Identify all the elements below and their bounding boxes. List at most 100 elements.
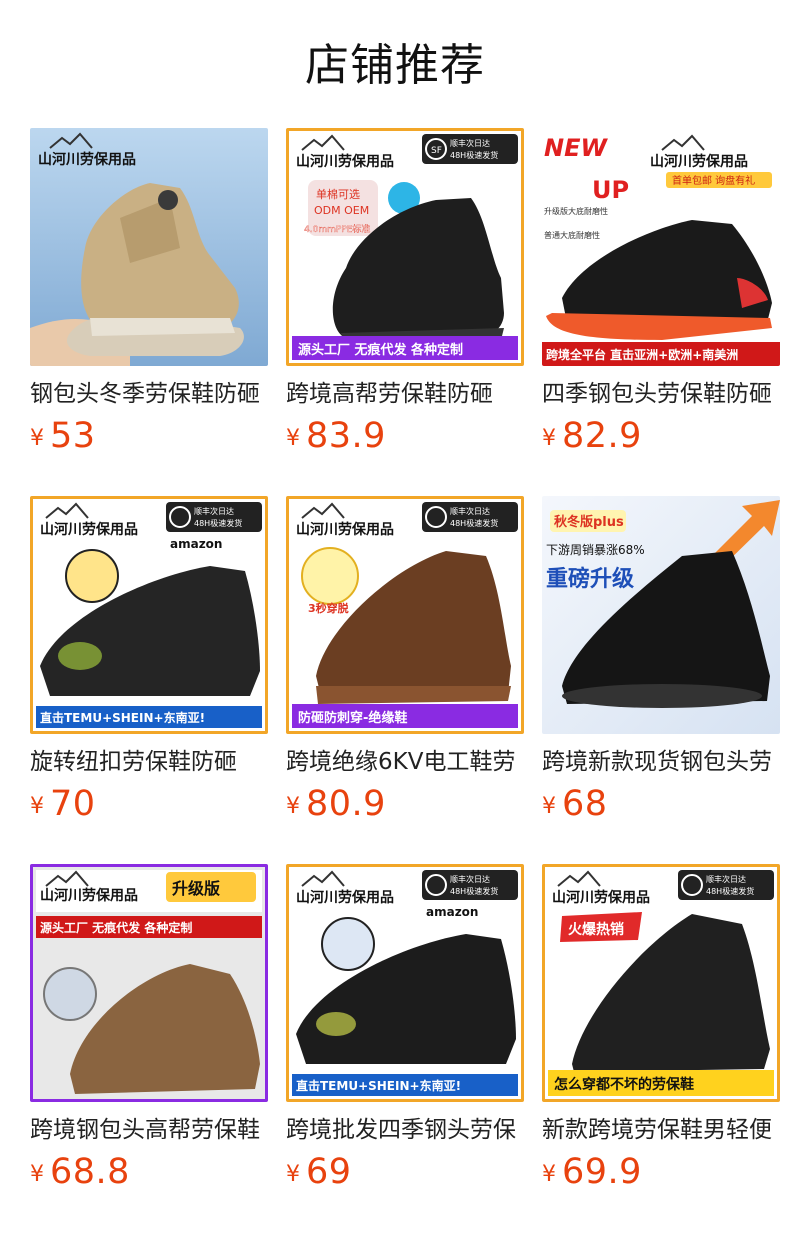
product-name[interactable]: 跨境钢包头高帮劳保鞋 xyxy=(30,1114,268,1146)
svg-text:山河川劳保用品: 山河川劳保用品 xyxy=(296,889,394,906)
product-card[interactable]: 山河川劳保用品 顺丰次日达 48H极速发货 火爆热销 怎么穿都不坏的劳保鞋 新款… xyxy=(542,864,780,1232)
currency-symbol: ¥ xyxy=(286,1162,300,1187)
product-card[interactable]: 山河川劳保用品 顺丰次日达 48H极速发货 amazon 直击TEMU+SHEI… xyxy=(30,496,268,864)
product-price: ¥69.9 xyxy=(542,1152,642,1192)
product-photo: 山河川劳保用品 xyxy=(30,128,268,366)
svg-text:怎么穿都不坏的劳保鞋: 怎么穿都不坏的劳保鞋 xyxy=(554,1076,694,1093)
currency-symbol: ¥ xyxy=(542,1162,556,1187)
product-price: ¥70 xyxy=(30,784,96,824)
brand-logo-text: 山河川劳保用品 xyxy=(38,151,136,168)
svg-text:源头工厂 无痕代发 各种定制: 源头工厂 无痕代发 各种定制 xyxy=(40,920,192,935)
price-value: 82.9 xyxy=(562,416,642,456)
price-value: 80.9 xyxy=(306,784,386,824)
svg-text:山河川劳保用品: 山河川劳保用品 xyxy=(40,521,138,538)
product-image[interactable]: 山河川劳保用品 顺丰次日达 48H极速发货 火爆热销 怎么穿都不坏的劳保鞋 xyxy=(542,864,780,1102)
svg-text:48H极速发货: 48H极速发货 xyxy=(450,886,498,896)
svg-text:跨境全平台 直击亚洲+欧洲+南美洲: 跨境全平台 直击亚洲+欧洲+南美洲 xyxy=(546,347,738,362)
product-image[interactable]: 山河川劳保用品 SF 顺丰次日达 48H极速发货 单棉可选 ODM OEM 4.… xyxy=(286,128,524,366)
product-price: ¥82.9 xyxy=(542,416,642,456)
svg-text:山河川劳保用品: 山河川劳保用品 xyxy=(650,153,748,170)
currency-symbol: ¥ xyxy=(286,794,300,819)
product-image[interactable]: 山河川劳保用品 升级版 源头工厂 无痕代发 各种定制 xyxy=(30,864,268,1102)
product-name[interactable]: 钢包头冬季劳保鞋防砸 xyxy=(30,378,268,410)
product-name[interactable]: 新款跨境劳保鞋男轻便 xyxy=(542,1114,780,1146)
product-image[interactable]: 山河川劳保用品 顺丰次日达 48H极速发货 amazon 直击TEMU+SHEI… xyxy=(30,496,268,734)
svg-text:山河川劳保用品: 山河川劳保用品 xyxy=(296,521,394,538)
product-card[interactable]: 山河川劳保用品 SF 顺丰次日达 48H极速发货 单棉可选 ODM OEM 4.… xyxy=(286,128,524,496)
svg-text:山河川劳保用品: 山河川劳保用品 xyxy=(296,153,394,170)
price-value: 68 xyxy=(562,784,608,824)
currency-symbol: ¥ xyxy=(30,426,44,451)
svg-text:山河川劳保用品: 山河川劳保用品 xyxy=(40,887,138,904)
svg-text:防砸防刺穿-绝缘鞋: 防砸防刺穿-绝缘鞋 xyxy=(298,710,407,726)
product-photo: 山河川劳保用品 顺丰次日达 48H极速发货 3秒穿脱 防砸防刺穿-绝缘鞋 xyxy=(286,496,524,734)
product-name[interactable]: 跨境新款现货钢包头劳 xyxy=(542,746,780,778)
product-price: ¥80.9 xyxy=(286,784,386,824)
product-image[interactable]: NEW 山河川劳保用品 首单包邮 询盘有礼 UP 升级版大底耐磨性 普通大底耐磨… xyxy=(542,128,780,366)
svg-text:3秒穿脱: 3秒穿脱 xyxy=(308,601,349,615)
product-photo: 山河川劳保用品 升级版 源头工厂 无痕代发 各种定制 xyxy=(30,864,268,1102)
svg-text:48H极速发货: 48H极速发货 xyxy=(450,518,498,528)
product-grid: 山河川劳保用品 钢包头冬季劳保鞋防砸 ¥53 山河川劳保用品 SF 顺丰次日达 … xyxy=(30,128,780,1232)
svg-text:amazon: amazon xyxy=(426,905,478,919)
price-value: 83.9 xyxy=(306,416,386,456)
product-image[interactable]: 山河川劳保用品 顺丰次日达 48H极速发货 3秒穿脱 防砸防刺穿-绝缘鞋 xyxy=(286,496,524,734)
product-name[interactable]: 跨境批发四季钢头劳保 xyxy=(286,1114,524,1146)
currency-symbol: ¥ xyxy=(30,1162,44,1187)
product-card[interactable]: 山河川劳保用品 顺丰次日达 48H极速发货 amazon 直击TEMU+SHEI… xyxy=(286,864,524,1232)
section-title: 店铺推荐 xyxy=(305,40,485,91)
svg-text:源头工厂 无痕代发 各种定制: 源头工厂 无痕代发 各种定制 xyxy=(298,342,463,358)
svg-text:48H极速发货: 48H极速发货 xyxy=(450,150,498,160)
product-name[interactable]: 跨境绝缘6KV电工鞋劳 xyxy=(286,746,524,778)
product-card[interactable]: 秋冬版plus 下游周销暴涨68% 重磅升级 跨境新款现货钢包头劳 ¥68 xyxy=(542,496,780,864)
svg-text:火爆热销: 火爆热销 xyxy=(568,921,624,938)
svg-text:48H极速发货: 48H极速发货 xyxy=(706,886,754,896)
product-photo: 秋冬版plus 下游周销暴涨68% 重磅升级 xyxy=(542,496,780,734)
price-value: 53 xyxy=(50,416,96,456)
product-card[interactable]: NEW 山河川劳保用品 首单包邮 询盘有礼 UP 升级版大底耐磨性 普通大底耐磨… xyxy=(542,128,780,496)
product-card[interactable]: 山河川劳保用品 顺丰次日达 48H极速发货 3秒穿脱 防砸防刺穿-绝缘鞋 跨境绝… xyxy=(286,496,524,864)
price-value: 70 xyxy=(50,784,96,824)
svg-text:秋冬版plus: 秋冬版plus xyxy=(554,514,624,530)
product-photo: 山河川劳保用品 SF 顺丰次日达 48H极速发货 单棉可选 ODM OEM 4.… xyxy=(286,128,524,366)
price-value: 68.8 xyxy=(50,1152,130,1192)
svg-text:顺丰次日达: 顺丰次日达 xyxy=(194,506,234,516)
svg-text:ODM OEM: ODM OEM xyxy=(314,204,369,217)
svg-text:顺丰次日达: 顺丰次日达 xyxy=(450,138,490,148)
product-photo: NEW 山河川劳保用品 首单包邮 询盘有礼 UP 升级版大底耐磨性 普通大底耐磨… xyxy=(542,128,780,366)
svg-text:下游周销暴涨68%: 下游周销暴涨68% xyxy=(546,542,645,557)
svg-text:顺丰次日达: 顺丰次日达 xyxy=(706,874,746,884)
svg-text:顺丰次日达: 顺丰次日达 xyxy=(450,506,490,516)
currency-symbol: ¥ xyxy=(286,426,300,451)
product-card[interactable]: 山河川劳保用品 升级版 源头工厂 无痕代发 各种定制 跨境钢包头高帮劳保鞋 ¥6… xyxy=(30,864,268,1232)
product-price: ¥68.8 xyxy=(30,1152,130,1192)
svg-text:直击TEMU+SHEIN+东南亚!: 直击TEMU+SHEIN+东南亚! xyxy=(296,1078,461,1093)
svg-text:SF: SF xyxy=(431,146,442,156)
product-name[interactable]: 旋转纽扣劳保鞋防砸 xyxy=(30,746,268,778)
product-price: ¥83.9 xyxy=(286,416,386,456)
price-value: 69.9 xyxy=(562,1152,642,1192)
product-photo: 山河川劳保用品 顺丰次日达 48H极速发货 火爆热销 怎么穿都不坏的劳保鞋 xyxy=(542,864,780,1102)
currency-symbol: ¥ xyxy=(542,426,556,451)
product-photo: 山河川劳保用品 顺丰次日达 48H极速发货 amazon 直击TEMU+SHEI… xyxy=(286,864,524,1102)
product-image[interactable]: 山河川劳保用品 顺丰次日达 48H极速发货 amazon 直击TEMU+SHEI… xyxy=(286,864,524,1102)
svg-text:升级版大底耐磨性: 升级版大底耐磨性 xyxy=(544,206,608,216)
product-name[interactable]: 跨境高帮劳保鞋防砸 xyxy=(286,378,524,410)
price-value: 69 xyxy=(306,1152,352,1192)
product-image[interactable]: 山河川劳保用品 xyxy=(30,128,268,366)
svg-text:amazon: amazon xyxy=(170,537,222,551)
svg-text:直击TEMU+SHEIN+东南亚!: 直击TEMU+SHEIN+东南亚! xyxy=(40,710,205,725)
product-card[interactable]: 山河川劳保用品 钢包头冬季劳保鞋防砸 ¥53 xyxy=(30,128,268,496)
product-price: ¥69 xyxy=(286,1152,352,1192)
recommendation-page: 店铺推荐 山河川劳保用品 钢包头冬季劳保鞋防砸 ¥ 53 山河川劳保用品 SF … xyxy=(0,0,790,1234)
svg-text:4.0mmPPE标准: 4.0mmPPE标准 xyxy=(304,223,370,235)
svg-text:单棉可选: 单棉可选 xyxy=(316,187,360,201)
svg-text:升级版: 升级版 xyxy=(172,879,220,898)
svg-text:首单包邮 询盘有礼: 首单包邮 询盘有礼 xyxy=(672,174,755,187)
product-name[interactable]: 四季钢包头劳保鞋防砸 xyxy=(542,378,780,410)
svg-text:NEW: NEW xyxy=(544,134,608,162)
svg-text:山河川劳保用品: 山河川劳保用品 xyxy=(552,889,650,906)
currency-symbol: ¥ xyxy=(30,794,44,819)
product-image[interactable]: 秋冬版plus 下游周销暴涨68% 重磅升级 xyxy=(542,496,780,734)
svg-text:UP: UP xyxy=(592,176,629,204)
